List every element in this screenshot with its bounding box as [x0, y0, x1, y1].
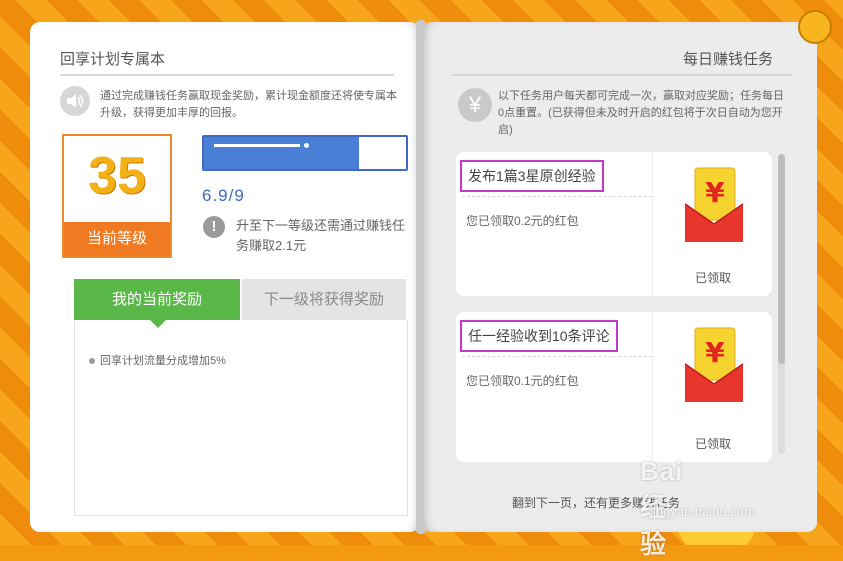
progress-value: 6.9/9: [202, 186, 245, 205]
divider: [462, 196, 652, 197]
level-label: 当前等级: [64, 222, 170, 256]
upgrade-note: 升至下一等级还需通过赚钱任务赚取2.1元: [236, 218, 406, 253]
intro-text: 通过完成赚钱任务赢取现金奖励，累计现金额度还将使专属本升级，获得更加丰厚的回报。: [100, 90, 397, 119]
exclamation-icon: !: [203, 216, 225, 238]
rewards-panel: 回享计划流量分成增加5%: [74, 320, 408, 516]
tab-current-rewards[interactable]: 我的当前奖励: [74, 279, 240, 320]
svg-text:¥: ¥: [705, 176, 725, 209]
scrollbar[interactable]: [778, 154, 785, 454]
level-number: 35: [88, 147, 146, 205]
progress-bar: [202, 135, 408, 171]
task-reward: ¥ 已领取: [652, 312, 773, 462]
red-envelope-icon[interactable]: ¥: [683, 326, 745, 404]
list-item: 回享计划流量分成增加5%: [89, 352, 226, 368]
page-title: 每日赚钱任务: [682, 51, 773, 68]
intro-text: 以下任务用户每天都可完成一次，赢取对应奖励；任务每日0点重置。(已获得但未及时开…: [498, 90, 784, 136]
left-page: 回享计划专属本 通过完成赚钱任务赢取现金奖励，累计现金额度还将使专属本升级，获得…: [30, 22, 420, 532]
progress-fill: [204, 137, 359, 169]
claimed-status: 已领取: [694, 271, 731, 285]
claimed-status: 已领取: [694, 437, 731, 451]
tab-next-rewards[interactable]: 下一级将获得奖励: [242, 279, 406, 320]
yen-icon: ¥: [458, 88, 492, 122]
red-envelope-icon[interactable]: ¥: [683, 166, 745, 244]
divider: [60, 74, 394, 76]
task-reward: ¥ 已领取: [652, 152, 773, 296]
task-name: 发布1篇3星原创经验: [460, 160, 604, 192]
level-badge: 35 当前等级: [62, 134, 172, 258]
progress-dot: [304, 143, 309, 148]
right-page: 每日赚钱任务 ¥ 以下任务用户每天都可完成一次，赢取对应奖励；任务每日0点重置。…: [422, 22, 817, 532]
scrollbar-thumb[interactable]: [778, 154, 785, 364]
progress-shine: [214, 144, 300, 147]
speaker-icon: [60, 86, 90, 116]
task-card: 任一经验收到10条评论 您已领取0.1元的红包 ¥ 已领取: [456, 312, 772, 462]
svg-text:¥: ¥: [705, 336, 725, 369]
task-desc: 您已领取0.2元的红包: [466, 214, 579, 228]
page-title: 回享计划专属本: [60, 51, 166, 68]
divider: [452, 74, 792, 76]
task-desc: 您已领取0.1元的红包: [466, 374, 579, 388]
book-panel: 回享计划专属本 通过完成赚钱任务赢取现金奖励，累计现金额度还将使专属本升级，获得…: [18, 10, 832, 538]
task-card: 发布1篇3星原创经验 您已领取0.2元的红包 ¥ 已领取: [456, 152, 772, 296]
task-name: 任一经验收到10条评论: [460, 320, 618, 352]
divider: [462, 356, 652, 357]
watermark-url: jingyan.baidu.com: [650, 504, 755, 519]
corner-button[interactable]: [798, 10, 832, 44]
